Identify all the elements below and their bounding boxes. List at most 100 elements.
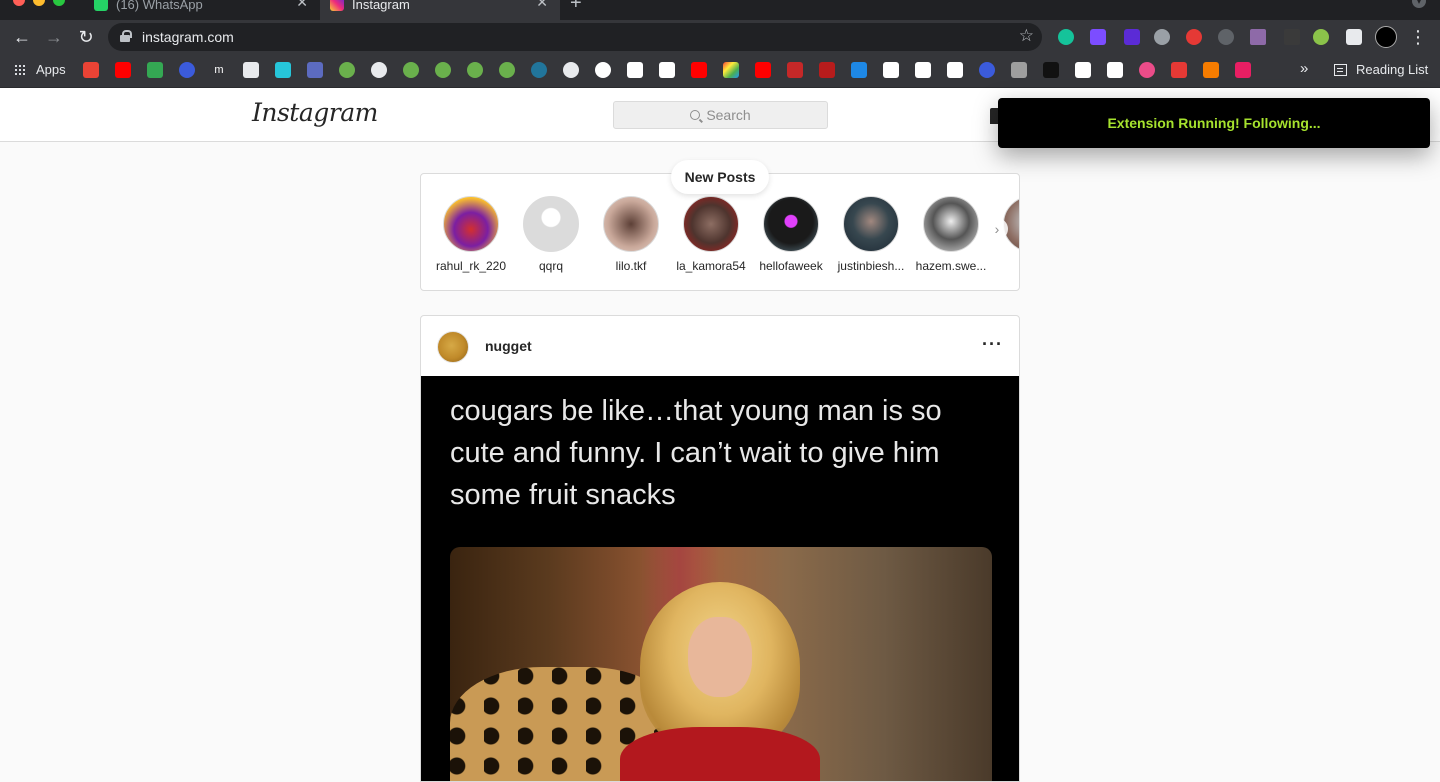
bookmark-icon[interactable]	[1203, 62, 1219, 78]
story-username: hellofaweek	[759, 259, 823, 273]
extension-icon[interactable]	[1090, 29, 1106, 45]
story-item[interactable]: hellofaweek	[751, 196, 831, 273]
extension-status-toast: Extension Running! Following...	[998, 98, 1430, 148]
android-icon[interactable]	[1313, 29, 1329, 45]
youtube-icon[interactable]	[755, 62, 771, 78]
globe-icon[interactable]	[371, 62, 387, 78]
story-username: la_kamora54	[676, 259, 746, 273]
evernote-icon[interactable]	[435, 62, 451, 78]
youtube-icon[interactable]	[115, 62, 131, 78]
google-icon[interactable]	[595, 62, 611, 78]
post-header: nugget ···	[421, 316, 1019, 376]
story-username: justinbiesh...	[837, 259, 905, 273]
heart-icon[interactable]	[1235, 62, 1251, 78]
evernote-icon[interactable]	[339, 62, 355, 78]
evernote-icon[interactable]	[467, 62, 483, 78]
dribbble-icon[interactable]	[1139, 62, 1155, 78]
bookmark-icon[interactable]	[1043, 62, 1059, 78]
story-username: hom	[991, 259, 1019, 273]
post-author-avatar[interactable]	[437, 331, 469, 363]
bookmark-icon[interactable]	[819, 62, 835, 78]
post-media[interactable]: cougars be like…that young man is so cut…	[421, 376, 1019, 781]
maximize-window-button[interactable]	[53, 0, 65, 6]
youtube-icon[interactable]	[691, 62, 707, 78]
bookmark-icon[interactable]	[307, 62, 323, 78]
evernote-icon[interactable]	[499, 62, 515, 78]
new-posts-label: New Posts	[684, 169, 756, 185]
whatsapp-icon	[94, 0, 108, 11]
story-item[interactable]: hazem.swe...	[911, 196, 991, 273]
yahoo-icon[interactable]	[627, 62, 643, 78]
profile-avatar[interactable]	[1375, 26, 1397, 48]
bookmark-icon[interactable]	[1171, 62, 1187, 78]
chevron-right-icon[interactable]: ›	[986, 218, 1008, 240]
forward-button[interactable]: →	[42, 25, 66, 49]
evernote-icon[interactable]	[403, 62, 419, 78]
story-item[interactable]: justinbiesh...	[831, 196, 911, 273]
story-username: rahul_rk_220	[435, 259, 507, 273]
gmail-icon[interactable]	[83, 62, 99, 78]
browser-menu-icon[interactable]: ⋮	[1406, 25, 1430, 49]
photo-dress	[620, 727, 820, 781]
extension-icon[interactable]	[1250, 29, 1266, 45]
bookmark-icon[interactable]	[787, 62, 803, 78]
story-item[interactable]: qqrq	[511, 196, 591, 273]
feed-post: nugget ··· cougars be like…that young ma…	[420, 315, 1020, 782]
story-item[interactable]: rahul_rk_220	[431, 196, 511, 273]
bookmark-icon[interactable]	[723, 62, 739, 78]
tab-title: Instagram	[352, 0, 410, 12]
amazon-icon[interactable]	[1075, 62, 1091, 78]
tab-close-icon[interactable]: ✕	[536, 0, 548, 11]
globe-icon[interactable]	[1154, 29, 1170, 45]
bookmark-icon[interactable]	[979, 62, 995, 78]
wordpress-icon[interactable]	[531, 62, 547, 78]
recycle-icon[interactable]	[1218, 29, 1234, 45]
extension-icon[interactable]	[1124, 29, 1140, 45]
story-username: lilo.tkf	[615, 259, 647, 273]
reload-button[interactable]: ↻	[74, 25, 98, 49]
back-button[interactable]: ←	[10, 25, 34, 49]
bookmark-icon[interactable]	[179, 62, 195, 78]
extension-icon[interactable]	[1284, 29, 1300, 45]
new-tab-button[interactable]: +	[570, 0, 582, 15]
more-options-icon[interactable]: ···	[982, 334, 1003, 355]
globe-icon[interactable]	[563, 62, 579, 78]
story-avatar	[443, 196, 499, 252]
bookmark-apps[interactable]: Apps	[14, 62, 66, 77]
tab-title: (16) WhatsApp	[116, 0, 203, 12]
amazon-icon[interactable]	[883, 62, 899, 78]
extensions-puzzle-icon[interactable]	[1346, 29, 1362, 45]
post-author-username[interactable]: nugget	[485, 338, 532, 354]
grammarly-icon[interactable]	[1058, 29, 1074, 45]
stop-hand-icon[interactable]	[1186, 29, 1202, 45]
reading-list-button[interactable]: Reading List	[1334, 62, 1428, 77]
minimize-window-button[interactable]	[33, 0, 45, 6]
bookmarks-bar: Apps m » Reading List	[0, 54, 1440, 88]
maps-icon[interactable]	[147, 62, 163, 78]
more-bookmarks-icon[interactable]: »	[1300, 60, 1308, 77]
new-posts-button[interactable]: New Posts	[671, 160, 769, 194]
search-input[interactable]: Search	[613, 101, 828, 129]
close-window-button[interactable]	[13, 0, 25, 6]
tab-instagram[interactable]: Instagram ✕	[320, 0, 560, 20]
instagram-logo[interactable]: Instagram	[252, 98, 378, 127]
amazon-icon[interactable]	[947, 62, 963, 78]
amazon-icon[interactable]	[915, 62, 931, 78]
bookmark-icon[interactable]	[1011, 62, 1027, 78]
send-icon[interactable]	[851, 62, 867, 78]
lock-icon	[120, 30, 132, 42]
story-username: hazem.swe...	[915, 259, 987, 273]
tab-close-icon[interactable]: ✕	[296, 0, 308, 11]
amazon-icon[interactable]	[1107, 62, 1123, 78]
address-bar[interactable]: instagram.com ☆	[108, 23, 1042, 51]
yahoo-icon[interactable]	[659, 62, 675, 78]
bookmark-star-icon[interactable]: ☆	[1019, 26, 1034, 46]
tab-search-icon[interactable]: ▾	[1412, 0, 1426, 8]
reading-list-label: Reading List	[1356, 62, 1429, 77]
story-item[interactable]: la_kamora54	[671, 196, 751, 273]
story-item[interactable]: lilo.tkf	[591, 196, 671, 273]
medium-icon[interactable]: m	[211, 62, 227, 78]
bookmark-icon[interactable]	[275, 62, 291, 78]
tab-whatsapp[interactable]: (16) WhatsApp ✕	[84, 0, 320, 20]
bookmark-icon[interactable]	[243, 62, 259, 78]
